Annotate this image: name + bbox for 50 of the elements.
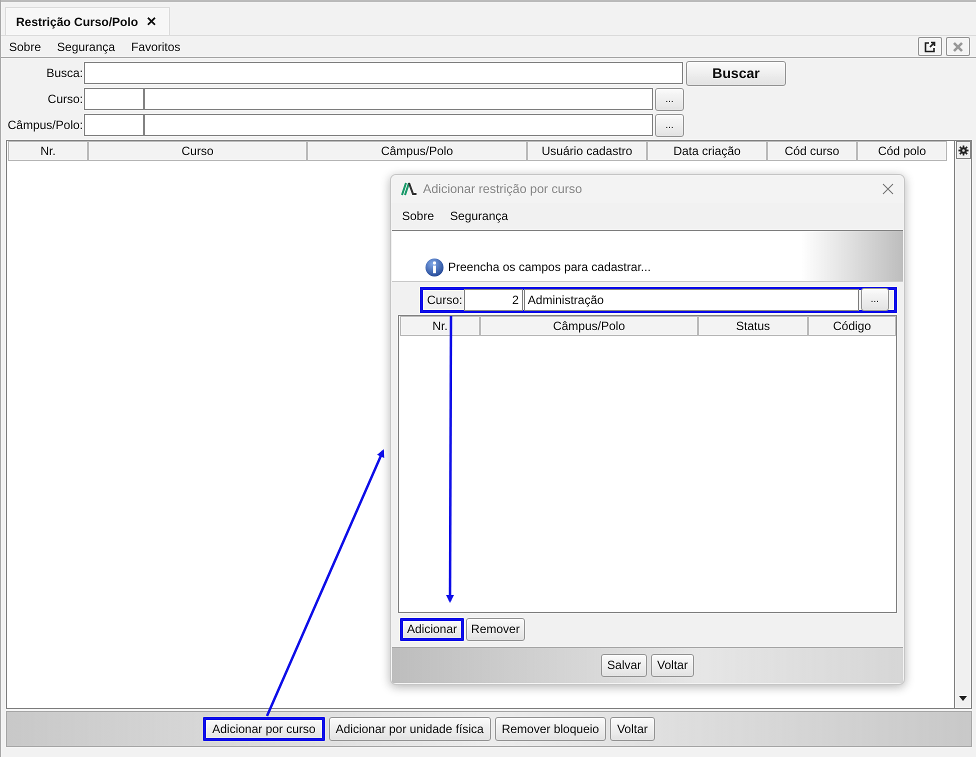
code-field[interactable]: [84, 114, 144, 136]
app-logo-icon: [401, 182, 417, 196]
search-field[interactable]: [84, 62, 683, 84]
column-header[interactable]: Cód polo: [857, 141, 947, 161]
lookup-button[interactable]: ...: [860, 288, 889, 312]
name-field[interactable]: Administração: [524, 288, 859, 311]
menu-item[interactable]: Segurança: [450, 209, 508, 224]
column-header[interactable]: Código: [808, 316, 896, 336]
search-button[interactable]: Buscar: [686, 60, 786, 86]
action-button[interactable]: Remover bloqueio: [494, 717, 606, 741]
name-field[interactable]: [144, 114, 653, 136]
field-label: Curso:: [46, 92, 84, 106]
action-button[interactable]: Salvar: [601, 654, 648, 677]
action-button[interactable]: Voltar: [651, 654, 694, 677]
field-label: Busca:: [45, 66, 84, 80]
field-label: Curso:: [427, 292, 462, 307]
lookup-button[interactable]: ...: [655, 114, 684, 136]
tab[interactable]: Restrição Curso/Polo ✕: [5, 7, 170, 35]
action-button[interactable]: Voltar: [610, 717, 655, 741]
menu-item[interactable]: Segurança: [57, 40, 116, 54]
column-header[interactable]: Câmpus/Polo: [480, 316, 698, 336]
menu-item[interactable]: Favoritos: [131, 40, 180, 54]
popout-icon: [924, 40, 936, 52]
action-button[interactable]: Adicionar por curso: [203, 717, 325, 741]
name-field[interactable]: [144, 88, 653, 110]
column-header[interactable]: Curso: [88, 141, 307, 161]
menu-item[interactable]: Sobre: [9, 40, 42, 54]
column-header[interactable]: Nr.: [8, 141, 88, 161]
action-button[interactable]: Remover: [466, 618, 525, 641]
close-icon: [952, 40, 964, 52]
column-header[interactable]: Data criação: [647, 141, 767, 161]
column-header[interactable]: Cód curso: [767, 141, 857, 161]
column-header[interactable]: Câmpus/Polo: [307, 141, 527, 161]
menu-item[interactable]: Sobre: [402, 209, 434, 224]
column-header[interactable]: Status: [698, 316, 808, 336]
action-button[interactable]: Adicionar: [400, 618, 464, 641]
field-label: Câmpus/Polo:: [6, 118, 84, 132]
window-title: Adicionar restrição por curso: [423, 182, 582, 196]
info-icon: [425, 258, 444, 277]
info-message: Preencha os campos para cadastrar...: [448, 258, 651, 276]
action-button[interactable]: Adicionar por unidade física: [328, 717, 491, 741]
lookup-button[interactable]: ...: [655, 88, 684, 110]
code-field[interactable]: [84, 88, 144, 110]
close-icon[interactable]: ✕: [146, 14, 158, 29]
column-header[interactable]: Nr.: [400, 316, 480, 336]
settings-icon[interactable]: [956, 141, 970, 159]
popout-button[interactable]: [918, 37, 942, 56]
column-header[interactable]: Usuário cadastro: [527, 141, 647, 161]
close-icon[interactable]: [882, 182, 894, 195]
code-field[interactable]: 2: [464, 288, 523, 311]
